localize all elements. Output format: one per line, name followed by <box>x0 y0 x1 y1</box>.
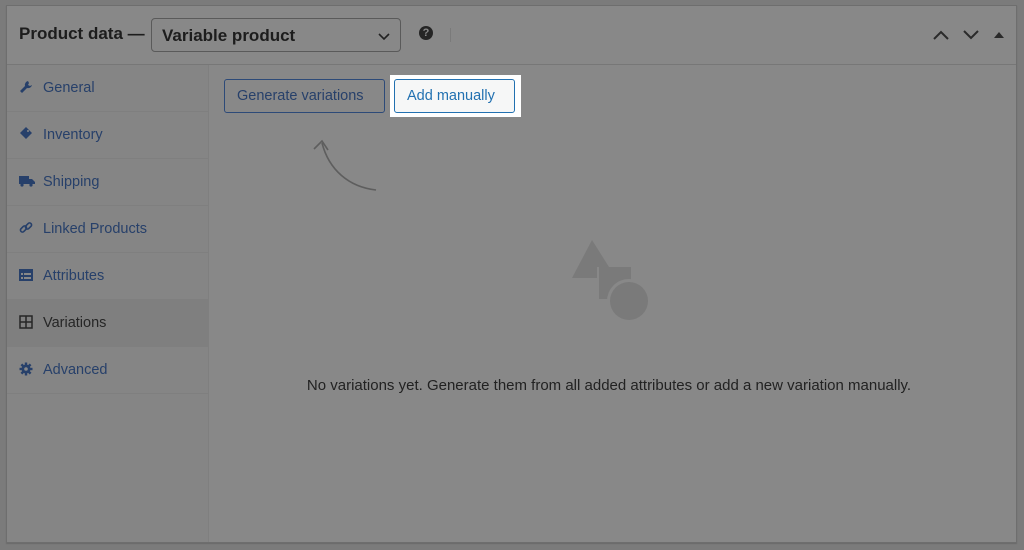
panel-title: Product data — <box>19 24 145 43</box>
divider <box>450 28 451 42</box>
tab-label: Shipping <box>43 174 100 190</box>
generate-variations-button[interactable]: Generate variations <box>224 79 385 113</box>
tab-label: Inventory <box>43 127 103 143</box>
tab-inventory[interactable]: Inventory <box>7 112 208 159</box>
question-circle-icon[interactable]: ? <box>419 26 433 40</box>
product-type-value: Variable product <box>162 26 296 45</box>
tab-shipping[interactable]: Shipping <box>7 159 208 206</box>
wrench-icon <box>20 81 32 93</box>
product-type-select[interactable]: Variable product <box>151 18 401 52</box>
tab-advanced[interactable]: Advanced <box>7 347 208 394</box>
move-up-icon[interactable] <box>932 28 950 42</box>
tab-linked-products[interactable]: Linked Products <box>7 206 208 253</box>
product-data-tabs: General Inventory Shipping Linked Produc… <box>7 65 209 542</box>
grid-icon <box>19 315 33 329</box>
empty-state-message: No variations yet. Generate them from al… <box>306 377 912 394</box>
gear-icon <box>19 362 33 376</box>
tab-label: Variations <box>43 315 107 331</box>
variations-panel: Generate variations Add manually No vari… <box>209 65 1016 542</box>
tab-general[interactable]: General <box>7 65 208 112</box>
tag-icon <box>20 127 32 139</box>
tab-variations[interactable]: Variations <box>7 300 208 347</box>
chevron-down-icon <box>378 33 390 41</box>
tab-label: Linked Products <box>43 221 147 237</box>
tab-label: General <box>43 80 95 96</box>
tab-attributes[interactable]: Attributes <box>7 253 208 300</box>
panel-header: Product data — Variable product ? <box>7 6 1016 65</box>
product-data-panel: Product data — Variable product ? Genera… <box>6 5 1017 543</box>
truck-icon <box>19 176 35 187</box>
move-down-icon[interactable] <box>962 28 980 42</box>
tab-label: Attributes <box>43 268 105 284</box>
tab-label: Advanced <box>43 362 108 378</box>
curved-arrow-icon <box>313 139 377 191</box>
toggle-collapse-icon[interactable] <box>993 28 1005 42</box>
list-card-icon <box>19 269 33 281</box>
add-manually-button[interactable]: Add manually <box>394 79 515 113</box>
link-icon <box>19 222 33 233</box>
shapes-icon <box>572 240 651 323</box>
